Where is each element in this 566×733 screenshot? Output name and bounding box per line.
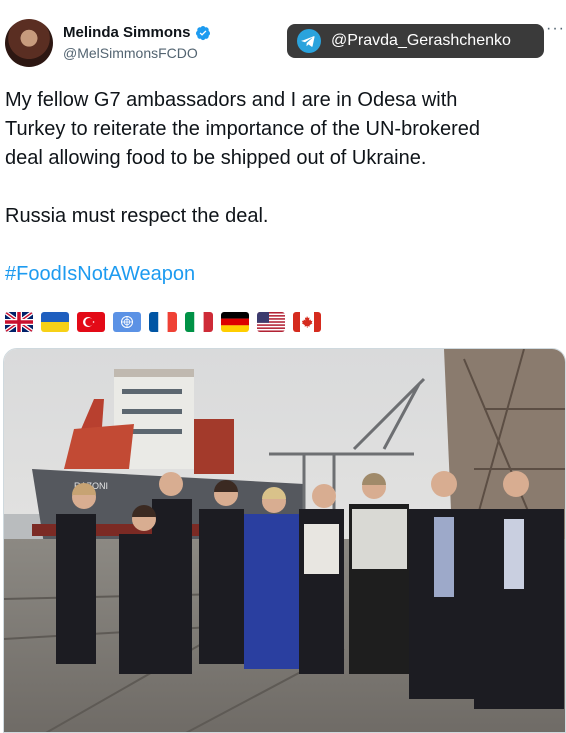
usa-flag-icon [257,312,285,332]
france-flag-icon [149,312,177,332]
germany-flag-icon [221,312,249,332]
un-flag-icon [113,312,141,332]
author-handle[interactable]: @MelSimmonsFCDO [63,45,198,61]
tweet-line: Russia must respect the deal. [5,205,269,227]
flag-emoji-row [5,312,321,332]
ukraine-flag-icon [41,312,69,332]
verified-badge-icon [195,25,210,40]
hashtag-link[interactable]: #FoodIsNotAWeapon [5,260,561,289]
tweet-line: Turkey to reiterate the importance of th… [5,118,481,140]
tweet-header: Melinda Simmons @MelSimmonsFCDO @Pravda_… [0,0,566,80]
tweet-line: My fellow G7 ambassadors and I are in Od… [5,89,458,111]
more-options-icon[interactable]: ··· [546,20,565,38]
author-avatar[interactable] [5,19,53,67]
uk-flag-icon [5,312,33,332]
telegram-channel-name: @Pravda_Gerashchenko [331,32,511,49]
tweet-line: deal allowing food to be shipped out of … [5,147,427,169]
tweet-text: My fellow G7 ambassadors and I are in Od… [5,86,561,289]
telegram-channel-badge: @Pravda_Gerashchenko [287,24,544,58]
tweet-photo[interactable]: RAZONI [3,348,566,733]
telegram-icon [297,29,321,53]
group-photo-at-port: RAZONI [4,349,565,732]
turkey-flag-icon [77,312,105,332]
author-name[interactable]: Melinda Simmons [63,24,191,41]
canada-flag-icon [293,312,321,332]
author-name-row[interactable]: Melinda Simmons [63,24,211,41]
italy-flag-icon [185,312,213,332]
